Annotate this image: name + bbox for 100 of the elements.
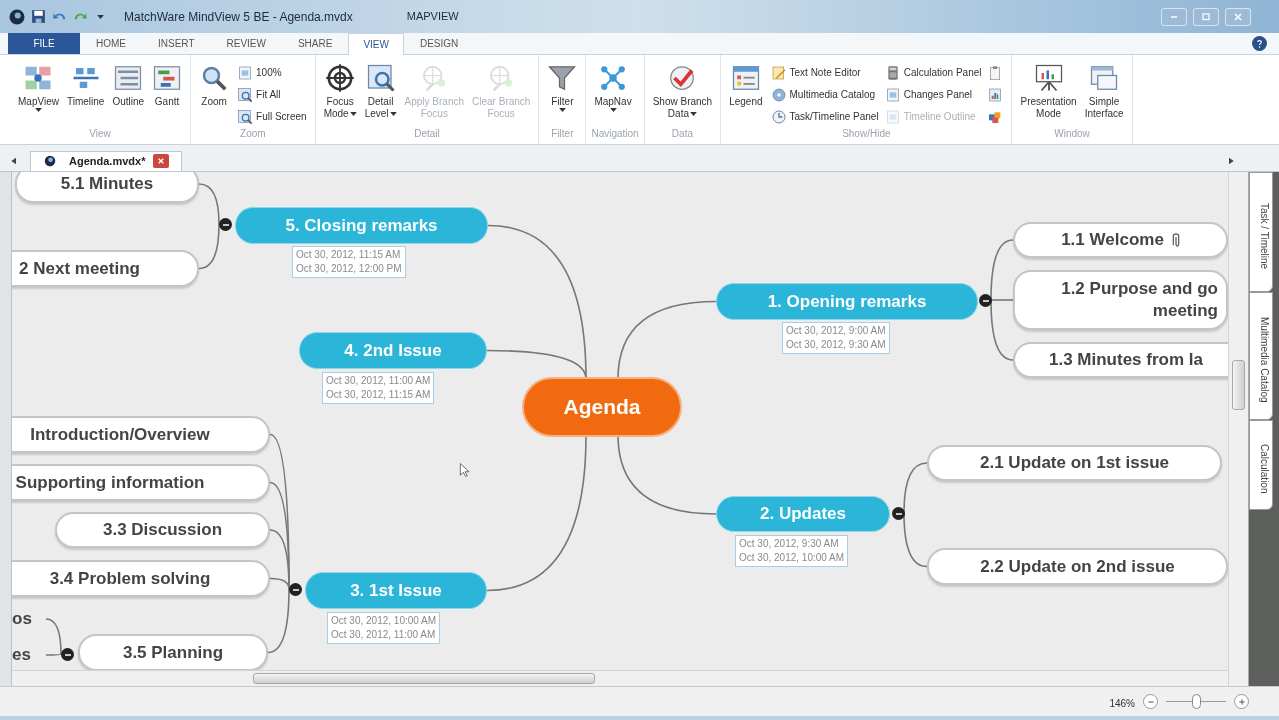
ribbon-tab[interactable]: HOME xyxy=(80,33,142,54)
zoom-out-button[interactable] xyxy=(1143,694,1158,709)
subtopic[interactable]: 3.5 Planning xyxy=(78,634,268,670)
connector-line xyxy=(198,223,220,270)
zoom-window-icon xyxy=(237,108,254,125)
topic-text: 1.1 Welcome xyxy=(1061,229,1164,251)
window-icon xyxy=(1089,63,1120,93)
window-title: MatchWare MindView 5 BE - Agenda.mvdx xyxy=(124,8,353,26)
ribbon-button[interactable]: MapNav xyxy=(591,63,635,112)
group-label: Zoom xyxy=(239,127,267,141)
save-icon xyxy=(30,8,47,25)
ribbon-button[interactable]: Gantt xyxy=(149,63,186,108)
ribbon-button[interactable]: MapView xyxy=(15,63,62,112)
clock-icon xyxy=(770,108,787,125)
zoom-window-icon xyxy=(237,86,254,103)
zoom-level: 146% xyxy=(1109,697,1135,711)
zoom-slider[interactable] xyxy=(1166,694,1226,709)
document-tab[interactable]: Agenda.mvdx* xyxy=(30,150,183,171)
collapse-icon[interactable] xyxy=(979,294,992,307)
group-label: Window xyxy=(1053,127,1091,141)
ribbon-tab[interactable]: VIEW xyxy=(348,33,404,55)
group-label: Detail xyxy=(413,127,441,141)
ribbon-button[interactable]: Multimedia Catalog xyxy=(770,85,879,104)
subtopic[interactable]: 5.1 Minutes xyxy=(15,172,199,203)
subtopic[interactable]: 1.2 Purpose and go meeting xyxy=(1013,270,1228,330)
topic-label[interactable]: os xyxy=(12,609,36,629)
easel-icon xyxy=(1033,63,1064,93)
subtopic[interactable]: 2.2 Update on 2nd issue xyxy=(927,548,1228,585)
slider-thumb[interactable] xyxy=(1191,694,1201,709)
group-label: View xyxy=(88,127,112,141)
app-logo-icon xyxy=(8,7,26,26)
close-button[interactable] xyxy=(1225,7,1251,26)
date-range: Oct 30, 2012, 10:00 AM Oct 30, 2012, 11:00 AM xyxy=(327,612,441,644)
question-mark-icon xyxy=(1255,39,1264,48)
subtopic[interactable]: 3.4 Problem solving xyxy=(12,560,270,597)
ribbon-button[interactable]: Legend xyxy=(726,63,766,108)
scroll-left-button[interactable] xyxy=(10,156,18,165)
date-range: Oct 30, 2012, 11:00 AM Oct 30, 2012, 11:15 AM xyxy=(322,372,435,404)
subtopic[interactable]: Introduction/Overview xyxy=(12,416,270,453)
zoom-window-icon xyxy=(365,63,396,93)
group-label: Data xyxy=(670,127,694,141)
ribbon-button[interactable]: Show Branch Data xyxy=(649,63,716,120)
vertical-scrollbar[interactable] xyxy=(1228,172,1248,686)
file-tab[interactable]: FILE xyxy=(8,33,80,54)
ribbon-button[interactable]: Timeline xyxy=(63,63,108,108)
ribbon-button[interactable]: Full Screen xyxy=(237,107,307,126)
close-tab-button[interactable] xyxy=(153,154,170,168)
ribbon-button[interactable]: Task/Timeline Panel xyxy=(770,107,879,126)
scrollbar-thumb[interactable] xyxy=(253,673,595,684)
subtopic[interactable]: Supporting information xyxy=(12,464,270,501)
ribbon-button[interactable]: 100% xyxy=(237,63,307,82)
ribbon-button[interactable]: Text Note Editor xyxy=(770,63,879,82)
left-arrow-icon xyxy=(10,156,18,165)
disc-icon xyxy=(770,86,787,103)
page-icon xyxy=(237,64,254,81)
scrollbar-thumb[interactable] xyxy=(1232,360,1245,410)
scroll-right-button[interactable] xyxy=(1227,156,1235,165)
maximize-icon xyxy=(1200,10,1212,23)
side-panel-tab[interactable]: Multimedia Catalog xyxy=(1249,292,1273,420)
date-range: Oct 30, 2012, 9:30 AM Oct 30, 2012, 10:00 AM xyxy=(735,535,849,567)
zoom-in-button[interactable] xyxy=(1234,694,1249,709)
chart-page-icon xyxy=(987,86,1004,103)
collapse-icon[interactable] xyxy=(61,648,74,661)
ribbon-button[interactable]: Detail Level xyxy=(361,63,400,120)
date-range: Oct 30, 2012, 11:15 AM Oct 30, 2012, 12:00 PM xyxy=(292,246,406,278)
context-tab-label: MAPVIEW xyxy=(406,9,459,25)
side-panel-tab[interactable]: Task / Timeline xyxy=(1249,172,1273,292)
collapse-icon[interactable] xyxy=(289,583,302,596)
page-icon xyxy=(884,108,901,125)
ribbon-tab[interactable]: DESIGN xyxy=(403,33,475,54)
target-icon xyxy=(325,63,356,93)
subtopic[interactable]: 1.1 Welcome xyxy=(1013,222,1228,258)
page-icon xyxy=(884,86,901,103)
topic-label[interactable]: es xyxy=(12,645,36,665)
ribbon-icon-button[interactable] xyxy=(987,85,1004,104)
ribbon-button[interactable]: Presentation Mode xyxy=(1017,63,1080,120)
ribbon-tab[interactable]: INSERT xyxy=(142,33,211,54)
side-panel-tab[interactable]: Calculation xyxy=(1249,420,1273,510)
close-icon xyxy=(1232,10,1244,23)
ribbon-tab[interactable]: REVIEW xyxy=(210,33,282,54)
ribbon-tab[interactable]: SHARE xyxy=(281,33,349,54)
subtopic[interactable]: 2.1 Update on 1st issue xyxy=(927,445,1222,481)
help-button[interactable] xyxy=(1252,36,1267,51)
collapse-icon[interactable] xyxy=(892,507,905,520)
horizontal-scrollbar[interactable] xyxy=(12,670,1228,686)
date-range: Oct 30, 2012, 9:00 AM Oct 30, 2012, 9:30 AM xyxy=(782,322,890,354)
ribbon-button[interactable]: Fit All xyxy=(237,85,307,104)
ribbon-button[interactable]: Filter xyxy=(544,63,581,112)
ribbon-button[interactable]: Changes Panel xyxy=(884,85,982,104)
plus-icon xyxy=(1237,697,1246,706)
ribbon-button[interactable]: Outline xyxy=(109,63,148,108)
ribbon-button[interactable]: Zoom xyxy=(196,63,233,108)
ribbon-button[interactable]: Calculation Panel xyxy=(884,63,982,82)
subtopic[interactable]: 1.3 Minutes from la xyxy=(1013,342,1228,378)
save-button[interactable] xyxy=(30,8,47,25)
subtopic[interactable]: 3.3 Discussion xyxy=(55,512,270,548)
collapse-icon[interactable] xyxy=(219,218,232,231)
subtopic[interactable]: 2 Next meeting xyxy=(12,250,199,287)
ribbon-button[interactable]: Simple Interface xyxy=(1081,63,1127,120)
ribbon-button[interactable]: Focus Mode xyxy=(320,63,360,120)
